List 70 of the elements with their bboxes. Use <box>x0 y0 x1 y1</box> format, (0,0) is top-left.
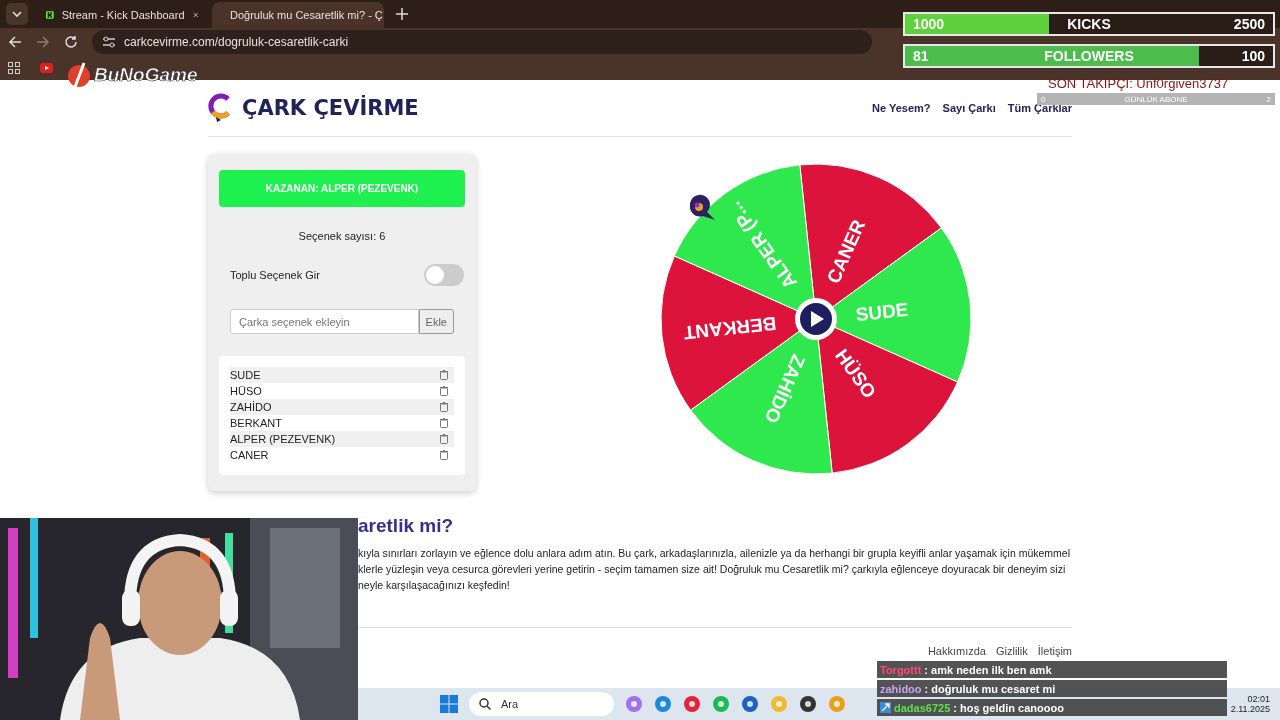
section-heading: aretlik mi? <box>358 515 455 537</box>
taskbar-app-icon[interactable] <box>741 695 759 713</box>
start-icon[interactable] <box>440 695 458 713</box>
back-icon[interactable] <box>8 35 22 49</box>
search-icon <box>479 698 491 710</box>
nav-link[interactable]: Ne Yesem? <box>872 102 931 114</box>
chat-message: : amk neden ilk ben amk <box>924 663 1052 676</box>
goal-target: 2500 <box>1232 16 1265 32</box>
trash-icon[interactable] <box>440 434 448 444</box>
goal-current: 1000 <box>913 16 946 32</box>
option-name: HÜSO <box>230 385 262 397</box>
option-name: ALPER (PEZEVENK) <box>230 433 336 445</box>
paragraph-line: neyle karşılaşacağınızı keşfedin! <box>358 578 510 593</box>
chat-message: : doğruluk mu cesaret mi <box>924 682 1056 695</box>
subs-target: 2 <box>1265 94 1271 104</box>
last-follower: SON TAKİPÇİ: Unf0rgiven3737 <box>1048 76 1229 91</box>
option-name: CANER <box>230 449 269 461</box>
chat-message: : hoş geldin canoooo <box>953 701 1064 714</box>
goal-label: KICKS <box>1067 16 1111 32</box>
trash-icon[interactable] <box>440 386 448 396</box>
toggle-switch[interactable] <box>424 264 464 286</box>
trash-icon[interactable] <box>440 450 448 460</box>
clock-time: 02:01 <box>1247 694 1270 704</box>
toggle-label: Toplu Seçenek Gir <box>230 269 320 281</box>
badge-icon <box>880 702 891 713</box>
trash-icon[interactable] <box>440 418 448 428</box>
video-bookmark-icon[interactable] <box>40 63 53 73</box>
subs-label: GÜNLÜK ABONE <box>1124 94 1188 104</box>
logo-icon <box>66 62 92 88</box>
goal-target: 100 <box>1240 48 1265 64</box>
address-bar[interactable]: carkcevirme.com/dogruluk-cesaretlik-carki <box>92 30 872 54</box>
spin-button[interactable] <box>795 298 837 340</box>
wheel-label: SUDE <box>854 298 910 326</box>
option-input[interactable]: Çarka seçenek ekleyin <box>230 309 419 334</box>
footer-link[interactable]: İletişim <box>1037 645 1072 657</box>
site-settings-icon[interactable] <box>102 36 116 48</box>
search-field[interactable]: Ara <box>469 692 614 716</box>
site-logo-text: ÇARK ÇEVİRME <box>242 96 419 120</box>
streamer-logo-text: BuNoGame <box>94 64 198 86</box>
paragraph-line: kıyla sınırları zorlayın ve eğlence dolu anlara adım atın. Bu çark, arkadaşlarınızla, ailenizle ya da herhangi bir grupla keyifli anlar yaşamak için mükemmel <box>358 546 1070 561</box>
logo-icon <box>208 93 232 123</box>
apps-grid-icon[interactable] <box>8 62 20 74</box>
footer-link[interactable]: Gizlilik <box>996 645 1028 657</box>
chat-username: Torgottt <box>880 663 922 676</box>
paragraph-line: klerle yüzleşin veya cesurca görevleri yerine getirin - seçim tamamen size ait! Doğruluk mu Cesaretlik mi? çarkıyla eğlenceye doyuracak bir deneyim sizi <box>358 562 1066 577</box>
tab-favicon-icon <box>46 8 54 22</box>
chat-username: dadas6725 <box>894 701 951 714</box>
option-count: Seçenek sayısı: 6 <box>297 230 387 242</box>
clock-date: 2.11.2025 <box>1230 704 1270 714</box>
goal-label: FOLLOWERS <box>1044 48 1134 64</box>
tab-list-icon[interactable] <box>6 3 28 25</box>
option-name: SUDE <box>230 369 261 381</box>
browser-tab[interactable]: Doğruluk mu Cesaretlik mi? - Ç <box>212 2 384 28</box>
nav-link[interactable]: Sayı Çarkı <box>942 102 996 114</box>
reload-icon[interactable] <box>64 35 78 49</box>
option-name: BERKANT <box>230 417 282 429</box>
trash-icon[interactable] <box>440 370 448 380</box>
goal-current: 81 <box>913 48 930 64</box>
new-tab-icon[interactable] <box>396 8 408 20</box>
footer-link[interactable]: Hakkımızda <box>927 645 986 657</box>
close-icon[interactable] <box>192 10 198 20</box>
forward-icon[interactable] <box>36 35 50 49</box>
option-name: ZAHİDO <box>230 401 272 413</box>
chat-username: zahidoo <box>880 682 922 695</box>
browser-tab[interactable]: Stream - Kick Dashboard <box>36 2 208 28</box>
trash-icon[interactable] <box>440 402 448 412</box>
pointer-icon <box>689 194 715 220</box>
wheel-label: BERKANT <box>682 312 778 344</box>
add-button[interactable]: Ekle <box>418 309 454 334</box>
taskbar-app-icon[interactable] <box>799 695 817 713</box>
